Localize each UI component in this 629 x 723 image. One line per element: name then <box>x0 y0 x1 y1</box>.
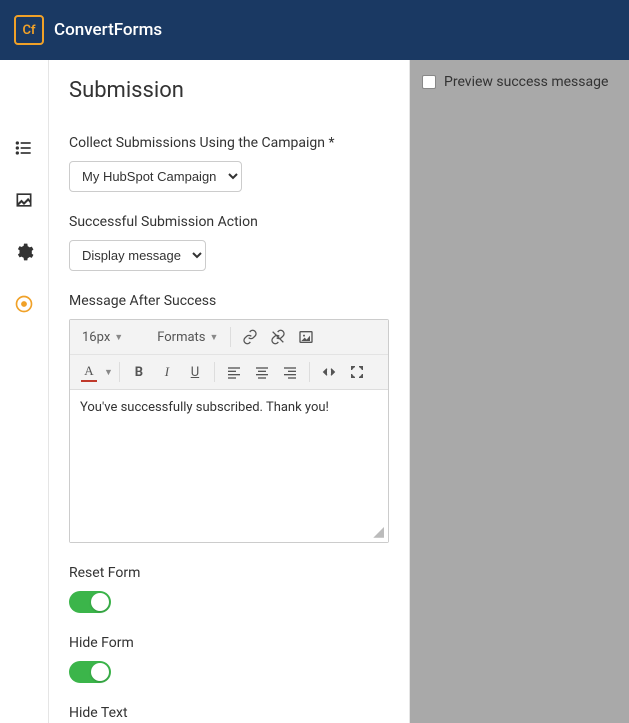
italic-icon[interactable]: I <box>154 359 180 385</box>
formats-dropdown[interactable]: Formats▼ <box>151 324 224 350</box>
gear-icon[interactable] <box>14 242 34 262</box>
preview-area: Preview success message <box>410 60 629 723</box>
unlink-icon[interactable] <box>265 324 291 350</box>
reset-form-toggle[interactable] <box>69 591 111 613</box>
left-icon-rail <box>0 60 48 723</box>
rich-text-editor: 16px▼ Formats▼ A ▼ B I U <box>69 319 389 543</box>
action-label: Successful Submission Action <box>69 214 389 230</box>
resize-handle-icon: ◢ <box>373 524 384 540</box>
settings-panel: Submission Collect Submissions Using the… <box>48 60 410 723</box>
panel-title: Submission <box>69 78 389 103</box>
preview-success-checkbox-wrap[interactable]: Preview success message <box>422 74 617 90</box>
hide-form-toggle[interactable] <box>69 661 111 683</box>
list-icon[interactable] <box>14 138 34 158</box>
underline-icon[interactable]: U <box>182 359 208 385</box>
campaign-select[interactable]: My HubSpot Campaign <box>69 161 242 192</box>
campaign-label: Collect Submissions Using the Campaign * <box>69 135 389 151</box>
insert-image-icon[interactable] <box>293 324 319 350</box>
text-color-icon[interactable]: A <box>76 359 102 385</box>
image-icon[interactable] <box>14 190 34 210</box>
message-label: Message After Success <box>69 293 389 309</box>
preview-success-checkbox[interactable] <box>422 75 436 89</box>
align-center-icon[interactable] <box>249 359 275 385</box>
hide-form-label: Hide Form <box>69 635 389 651</box>
reset-form-label: Reset Form <box>69 565 389 581</box>
hide-text-label: Hide Text <box>69 705 389 721</box>
editor-textarea[interactable]: You've successfully subscribed. Thank yo… <box>70 390 388 542</box>
app-brand: ConvertForms <box>54 20 162 40</box>
preview-success-label: Preview success message <box>444 74 608 90</box>
font-size-dropdown[interactable]: 16px▼ <box>76 324 129 350</box>
align-left-icon[interactable] <box>221 359 247 385</box>
fullscreen-icon[interactable] <box>344 359 370 385</box>
target-icon[interactable] <box>14 294 34 314</box>
link-icon[interactable] <box>237 324 263 350</box>
align-right-icon[interactable] <box>277 359 303 385</box>
top-bar: Cf ConvertForms <box>0 0 629 60</box>
editor-toolbar: 16px▼ Formats▼ A ▼ B I U <box>70 320 388 390</box>
action-select[interactable]: Display message <box>69 240 206 271</box>
source-code-icon[interactable] <box>316 359 342 385</box>
app-logo: Cf <box>14 15 44 45</box>
text-color-caret[interactable]: ▼ <box>104 367 113 378</box>
bold-icon[interactable]: B <box>126 359 152 385</box>
